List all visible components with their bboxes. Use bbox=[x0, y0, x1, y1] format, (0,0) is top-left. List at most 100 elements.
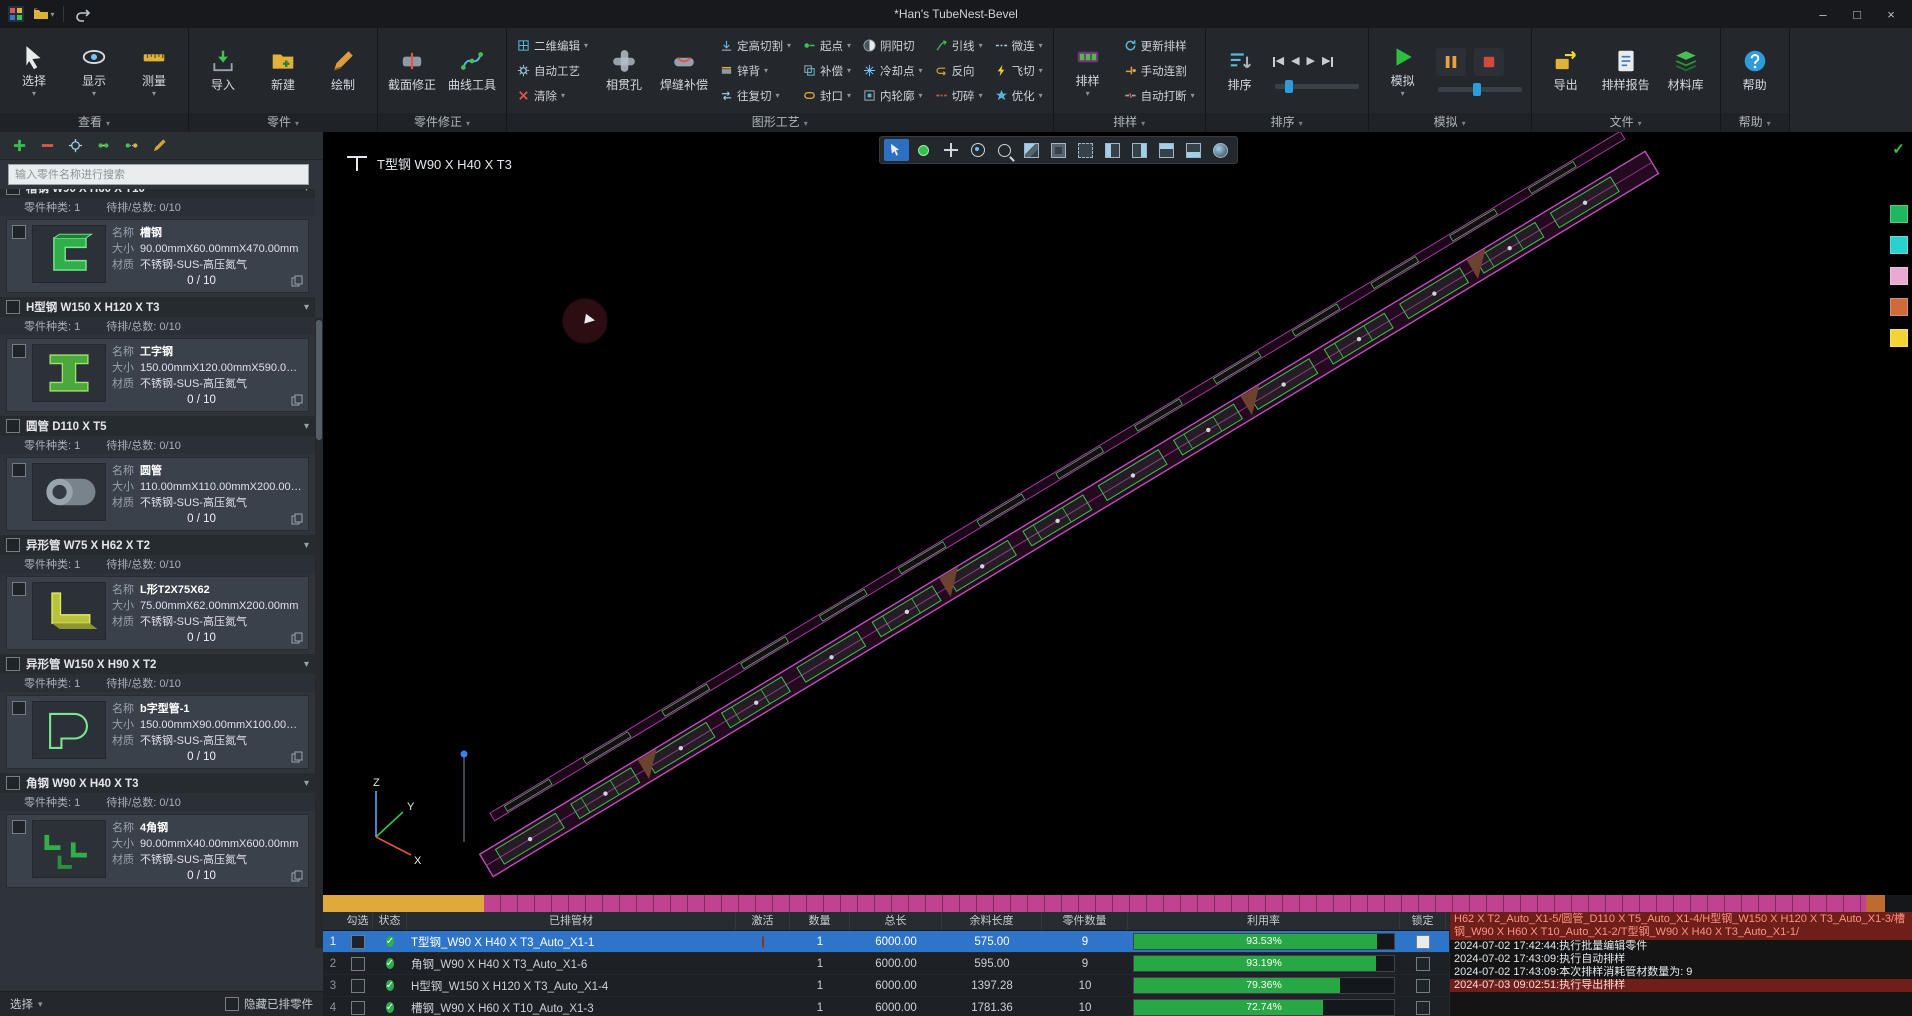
update-nest-button[interactable]: 更新排样 bbox=[1121, 35, 1198, 57]
simulate-button[interactable]: 模拟▾ bbox=[1376, 41, 1430, 100]
vp-view-iso-button[interactable] bbox=[1019, 139, 1044, 161]
row-checkbox[interactable] bbox=[351, 979, 365, 993]
skip-start-button[interactable]: ◀ bbox=[1273, 56, 1284, 67]
lead-line-button[interactable]: 引线▾ bbox=[932, 35, 986, 57]
open-file-button[interactable]: ▾ bbox=[32, 3, 56, 25]
select-button[interactable]: 选择▾ bbox=[7, 41, 61, 100]
column-header[interactable]: 锁定 bbox=[1400, 913, 1446, 930]
part-group-checkbox[interactable] bbox=[6, 538, 20, 552]
back-cut-button[interactable]: 锌背▾ bbox=[717, 60, 794, 82]
part-card-checkbox[interactable] bbox=[12, 820, 26, 834]
color-swatch-3[interactable] bbox=[1890, 298, 1908, 316]
lock-checkbox[interactable] bbox=[1416, 935, 1430, 949]
part-group-header[interactable]: 异形管 W150 X H90 X T2▾ bbox=[0, 654, 315, 674]
close-button[interactable]: × bbox=[1874, 2, 1908, 26]
nest-button[interactable]: 排样▾ bbox=[1061, 41, 1115, 100]
minimize-button[interactable]: – bbox=[1806, 2, 1840, 26]
color-swatch-4[interactable] bbox=[1890, 329, 1908, 347]
reverse-button[interactable]: 反向 bbox=[932, 60, 986, 82]
column-header[interactable]: 利用率 bbox=[1128, 913, 1400, 930]
vp-view-back-button[interactable] bbox=[1073, 139, 1098, 161]
measure-button[interactable]: 测量▾ bbox=[127, 41, 181, 100]
vp-orbit-button[interactable] bbox=[965, 139, 990, 161]
copy-icon[interactable] bbox=[291, 513, 303, 525]
split-parts-button[interactable] bbox=[122, 137, 140, 155]
column-header[interactable]: 已排管材 bbox=[407, 913, 736, 930]
cooling-point-button[interactable]: 冷却点▾ bbox=[860, 60, 926, 82]
edit2d-button[interactable]: 二维编辑▾ bbox=[514, 35, 591, 57]
ribbon-group-label[interactable]: 图形工艺 bbox=[507, 113, 1053, 132]
part-card[interactable]: 名称4角钢大小90.00mmX40.00mmX600.00mm材质不锈钢-SUS… bbox=[6, 814, 309, 888]
pause-button[interactable] bbox=[1436, 48, 1466, 76]
column-header[interactable]: 零件数量 bbox=[1042, 913, 1128, 930]
copy-icon[interactable] bbox=[291, 394, 303, 406]
auto-break-button[interactable]: 自动打断▾ bbox=[1121, 85, 1198, 107]
chop-button[interactable]: 切碎▾ bbox=[932, 85, 986, 107]
ribbon-group-label[interactable]: 排序 bbox=[1206, 113, 1368, 132]
ribbon-group-label[interactable]: 查看 bbox=[0, 113, 188, 132]
help-button[interactable]: 帮助 bbox=[1728, 45, 1782, 96]
yinyang-cut-button[interactable]: 阴阳切 bbox=[860, 35, 926, 57]
compensation-button[interactable]: 补偿▾ bbox=[800, 60, 854, 82]
step-forward-button[interactable]: ▶ bbox=[1307, 56, 1315, 67]
vp-view-bottom-button[interactable] bbox=[1181, 139, 1206, 161]
part-card-checkbox[interactable] bbox=[12, 463, 26, 477]
step-back-button[interactable]: ◀ bbox=[1291, 56, 1299, 67]
part-group-list[interactable]: 槽钢 W90 X H60 X T10▾零件种类: 1待排/总数: 0/10名称槽… bbox=[0, 189, 323, 991]
part-group-checkbox[interactable] bbox=[6, 776, 20, 790]
material-library-button[interactable]: 材料库 bbox=[1659, 45, 1713, 96]
part-card[interactable]: 名称工字钢大小150.00mmX120.00mmX590.00mm材质不锈钢-S… bbox=[6, 338, 309, 412]
inner-contour-button[interactable]: 内轮廓▾ bbox=[860, 85, 926, 107]
part-group-checkbox[interactable] bbox=[6, 419, 20, 433]
copy-icon[interactable] bbox=[291, 275, 303, 287]
import-button[interactable]: 导入 bbox=[196, 45, 250, 96]
copy-icon[interactable] bbox=[291, 632, 303, 644]
color-swatch-2[interactable] bbox=[1890, 267, 1908, 285]
part-group-header[interactable]: 槽钢 W90 X H60 X T10▾ bbox=[0, 189, 315, 198]
ribbon-group-label[interactable]: 文件 bbox=[1532, 113, 1720, 132]
column-header[interactable]: 状态 bbox=[373, 913, 407, 930]
optimize-button[interactable]: 优化▾ bbox=[992, 85, 1046, 107]
ribbon-group-label[interactable]: 帮助 bbox=[1721, 113, 1789, 132]
seal-button[interactable]: 封口▾ bbox=[800, 85, 854, 107]
intersect-hole-button[interactable]: 相贯孔 bbox=[597, 45, 651, 96]
ribbon-group-label[interactable]: 排样 bbox=[1054, 113, 1205, 132]
vp-view-front-button[interactable] bbox=[1046, 139, 1071, 161]
auto-process-button[interactable]: 自动工艺 bbox=[514, 60, 591, 82]
clear-button[interactable]: 清除▾ bbox=[514, 85, 591, 107]
part-group-checkbox[interactable] bbox=[6, 657, 20, 671]
draw-button[interactable]: 绘制 bbox=[316, 45, 370, 96]
part-group-header[interactable]: 角钢 W90 X H40 X T3▾ bbox=[0, 773, 315, 793]
display-button[interactable]: 显示▾ bbox=[67, 41, 121, 100]
sort-button[interactable]: 排序 bbox=[1213, 45, 1267, 96]
export-button[interactable]: 导出 bbox=[1539, 45, 1593, 96]
weld-compensation-button[interactable]: 焊缝补偿 bbox=[657, 45, 711, 96]
vp-zoom-button[interactable] bbox=[992, 139, 1017, 161]
part-card[interactable]: 名称L形T2X75X62大小75.00mmX62.00mmX200.00mm材质… bbox=[6, 576, 309, 650]
part-card-checkbox[interactable] bbox=[12, 344, 26, 358]
stop-button[interactable] bbox=[1474, 48, 1504, 76]
ribbon-group-label[interactable]: 零件 bbox=[189, 113, 377, 132]
table-row[interactable]: 2✓角钢_W90 X H40 X T3_Auto_X1-616000.00595… bbox=[323, 953, 1449, 975]
ribbon-group-label[interactable]: 模拟 bbox=[1369, 113, 1531, 132]
fixed-height-cut-button[interactable]: 定高切割▾ bbox=[717, 35, 794, 57]
collapse-chevron-icon[interactable]: ▾ bbox=[304, 421, 309, 432]
combine-parts-button[interactable] bbox=[94, 137, 112, 155]
scrollbar-thumb[interactable] bbox=[316, 320, 322, 440]
row-checkbox[interactable] bbox=[351, 1001, 365, 1015]
add-part-button[interactable] bbox=[10, 137, 28, 155]
part-card[interactable]: 名称b字型管-1大小150.00mmX90.00mmX100.00mm材质不锈钢… bbox=[6, 695, 309, 769]
section-fix-button[interactable]: 截面修正 bbox=[385, 45, 439, 96]
ribbon-group-label[interactable]: 零件修正 bbox=[378, 113, 506, 132]
hide-nested-parts-checkbox[interactable]: 隐藏已排零件 bbox=[225, 996, 313, 1012]
vp-view-sphere-button[interactable] bbox=[1208, 139, 1233, 161]
collapse-chevron-icon[interactable]: ▾ bbox=[304, 302, 309, 313]
part-card-checkbox[interactable] bbox=[12, 225, 26, 239]
nest-overview-bar[interactable] bbox=[323, 895, 1885, 912]
viewport-3d[interactable]: Z Y X T型钢 W90 X H40 X T3 bbox=[323, 132, 1885, 895]
slider-thumb[interactable] bbox=[1473, 83, 1481, 96]
collapse-chevron-icon[interactable]: ▾ bbox=[304, 540, 309, 551]
slider-thumb[interactable] bbox=[1285, 80, 1293, 93]
color-swatch-1[interactable] bbox=[1890, 236, 1908, 254]
column-header[interactable]: 总长 bbox=[850, 913, 942, 930]
